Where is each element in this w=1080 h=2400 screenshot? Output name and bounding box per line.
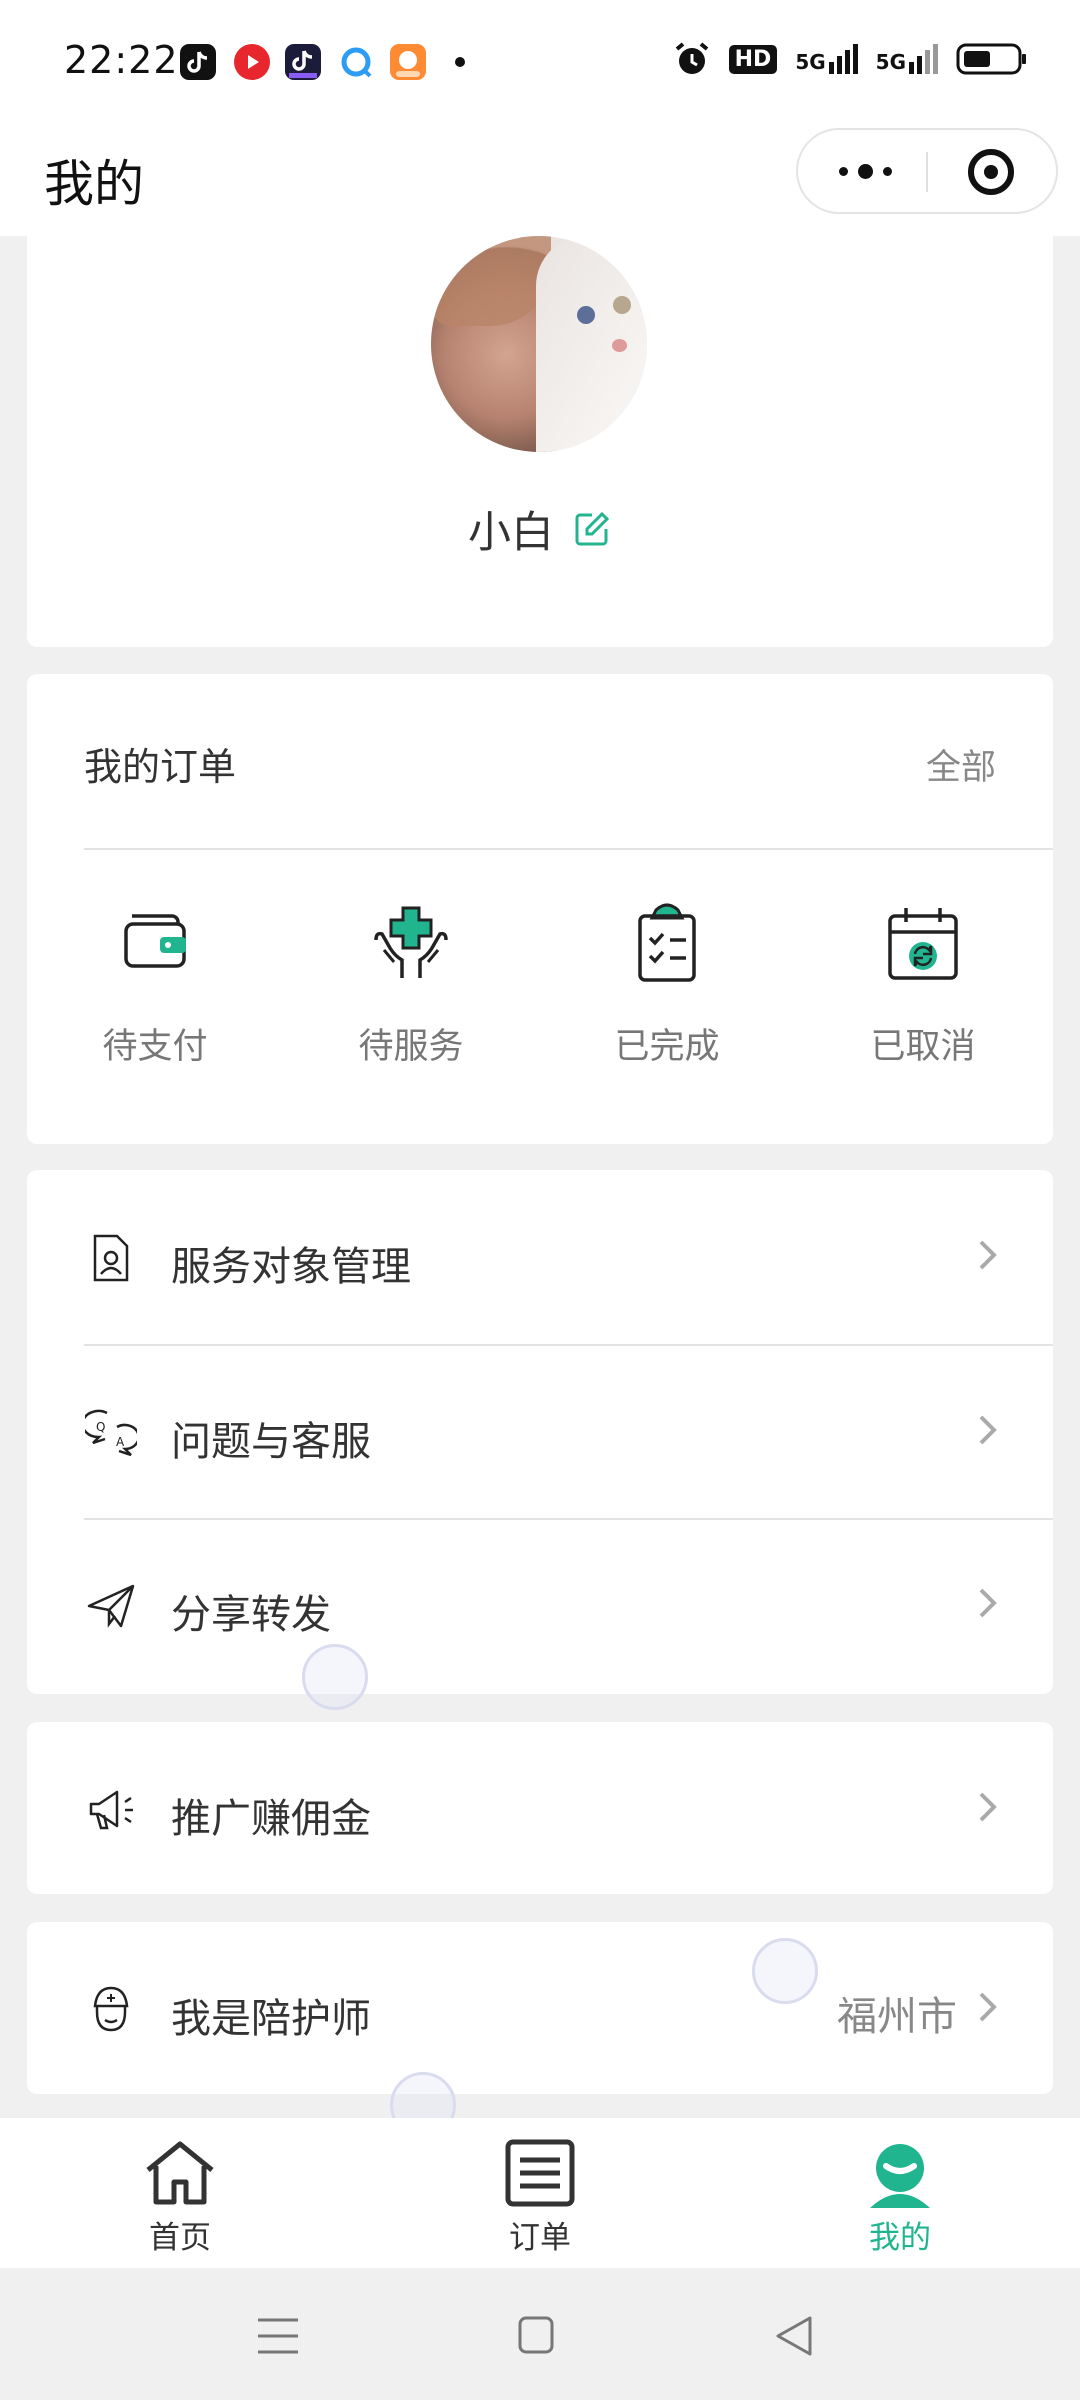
menu-item-label: 推广赚佣金 — [171, 1796, 371, 1842]
more-dots-icon — [838, 166, 848, 176]
home-icon — [146, 2141, 214, 2205]
profile-icon — [870, 2144, 930, 2208]
close-miniprogram-button[interactable] — [968, 149, 1014, 195]
menu-icon[interactable] — [250, 2308, 306, 2364]
city-value: 福州市 — [837, 1994, 957, 2040]
game-app-icon — [390, 44, 426, 80]
title-bar: 我的 — [0, 124, 1080, 236]
network-label: 5G — [795, 50, 826, 74]
menu-item-share[interactable]: 分享转发 — [27, 1518, 1053, 1690]
back-icon[interactable] — [766, 2308, 822, 2364]
more-button[interactable] — [820, 148, 910, 194]
order-status-pending-service[interactable]: 待服务 — [313, 900, 509, 1090]
chevron-right-icon — [979, 1992, 997, 2022]
menu-item-label: 我是陪护师 — [171, 1996, 371, 2042]
svg-text:Q: Q — [96, 1420, 105, 1434]
orders-title: 我的订单 — [84, 745, 237, 789]
profile-card: 小白 — [27, 236, 1053, 647]
caregiver-icon — [93, 1986, 129, 2032]
chevron-right-icon — [979, 1240, 997, 1270]
list-icon — [505, 2139, 575, 2207]
menu-item-caregiver[interactable]: 我是陪护师 福州市 — [27, 1922, 1053, 2094]
orders-card: 我的订单 全部 待支付 待服务 已完成 已取消 — [27, 674, 1053, 1144]
page-title: 我的 — [44, 155, 144, 213]
hd-icon: HD — [728, 44, 778, 74]
menu-item-label: 分享转发 — [171, 1592, 331, 1638]
order-status-label: 待支付 — [102, 1027, 208, 1067]
network-label: 5G — [875, 50, 906, 74]
view-all-orders-link[interactable]: 全部 — [926, 739, 996, 790]
menu-item-faq-support[interactable]: Q A 问题与客服 — [27, 1345, 1053, 1517]
profile-name-row: 小白 — [27, 498, 1053, 560]
battery-icon — [956, 43, 1026, 75]
chevron-right-icon — [979, 1588, 997, 1618]
svg-text:A: A — [116, 1435, 125, 1449]
menu-item-label: 服务对象管理 — [171, 1244, 411, 1290]
tab-orders[interactable]: 订单 — [450, 2138, 630, 2258]
douyin-lite-icon — [285, 44, 321, 80]
miniprogram-capsule — [796, 128, 1058, 214]
status-time: 22:22 — [64, 38, 179, 82]
notification-dot-icon — [455, 57, 465, 67]
qa-chat-icon: Q A — [85, 1409, 137, 1457]
order-status-label: 已完成 — [614, 1027, 720, 1067]
order-status-pending-payment[interactable]: 待支付 — [57, 900, 253, 1090]
menu-card: 我是陪护师 福州市 — [27, 1922, 1053, 2094]
video-app-icon — [234, 44, 270, 80]
tab-bar: 首页 订单 我的 — [0, 2118, 1080, 2268]
order-status-label: 待服务 — [358, 1027, 464, 1067]
calendar-refresh-icon — [888, 908, 958, 980]
douyin-icon — [180, 44, 216, 80]
touch-indicator — [302, 1644, 368, 1710]
order-status-completed[interactable]: 已完成 — [569, 900, 765, 1090]
profile-name: 小白 — [468, 508, 554, 558]
clipboard-check-icon — [638, 903, 696, 982]
tab-label: 首页 — [149, 2220, 211, 2256]
avatar[interactable] — [431, 236, 647, 452]
menu-item-label: 问题与客服 — [171, 1419, 371, 1465]
signal-5g-icon: 5G — [876, 44, 938, 74]
tab-profile[interactable]: 我的 — [810, 2138, 990, 2258]
alarm-icon — [675, 42, 708, 74]
paper-plane-icon — [87, 1584, 135, 1628]
tab-home[interactable]: 首页 — [90, 2138, 270, 2258]
edit-icon[interactable] — [572, 509, 612, 549]
megaphone-icon — [89, 1790, 133, 1830]
system-nav-bar — [0, 2268, 1080, 2400]
order-status-label: 已取消 — [870, 1027, 976, 1067]
menu-card: 推广赚佣金 — [27, 1722, 1053, 1894]
tab-label: 订单 — [509, 2220, 571, 2256]
menu-item-promote[interactable]: 推广赚佣金 — [27, 1722, 1053, 1894]
person-file-icon — [93, 1234, 129, 1282]
signal-5g-icon: 5G — [795, 44, 858, 74]
status-bar: 22:22 HD 5G 5G — [0, 0, 1080, 124]
browser-icon — [338, 44, 374, 80]
wallet-icon — [124, 914, 186, 968]
chevron-right-icon — [979, 1415, 997, 1445]
touch-indicator — [752, 1938, 818, 2004]
chevron-right-icon — [979, 1792, 997, 1822]
tab-label: 我的 — [869, 2220, 931, 2256]
menu-card: 服务对象管理 Q A 问题与客服 分享转发 — [27, 1170, 1053, 1694]
order-status-cancelled[interactable]: 已取消 — [825, 900, 1021, 1090]
medical-care-icon — [374, 906, 448, 978]
status-indicators: HD 5G 5G — [673, 40, 1028, 78]
menu-item-service-recipients[interactable]: 服务对象管理 — [27, 1170, 1053, 1342]
home-square-icon[interactable] — [508, 2308, 564, 2364]
